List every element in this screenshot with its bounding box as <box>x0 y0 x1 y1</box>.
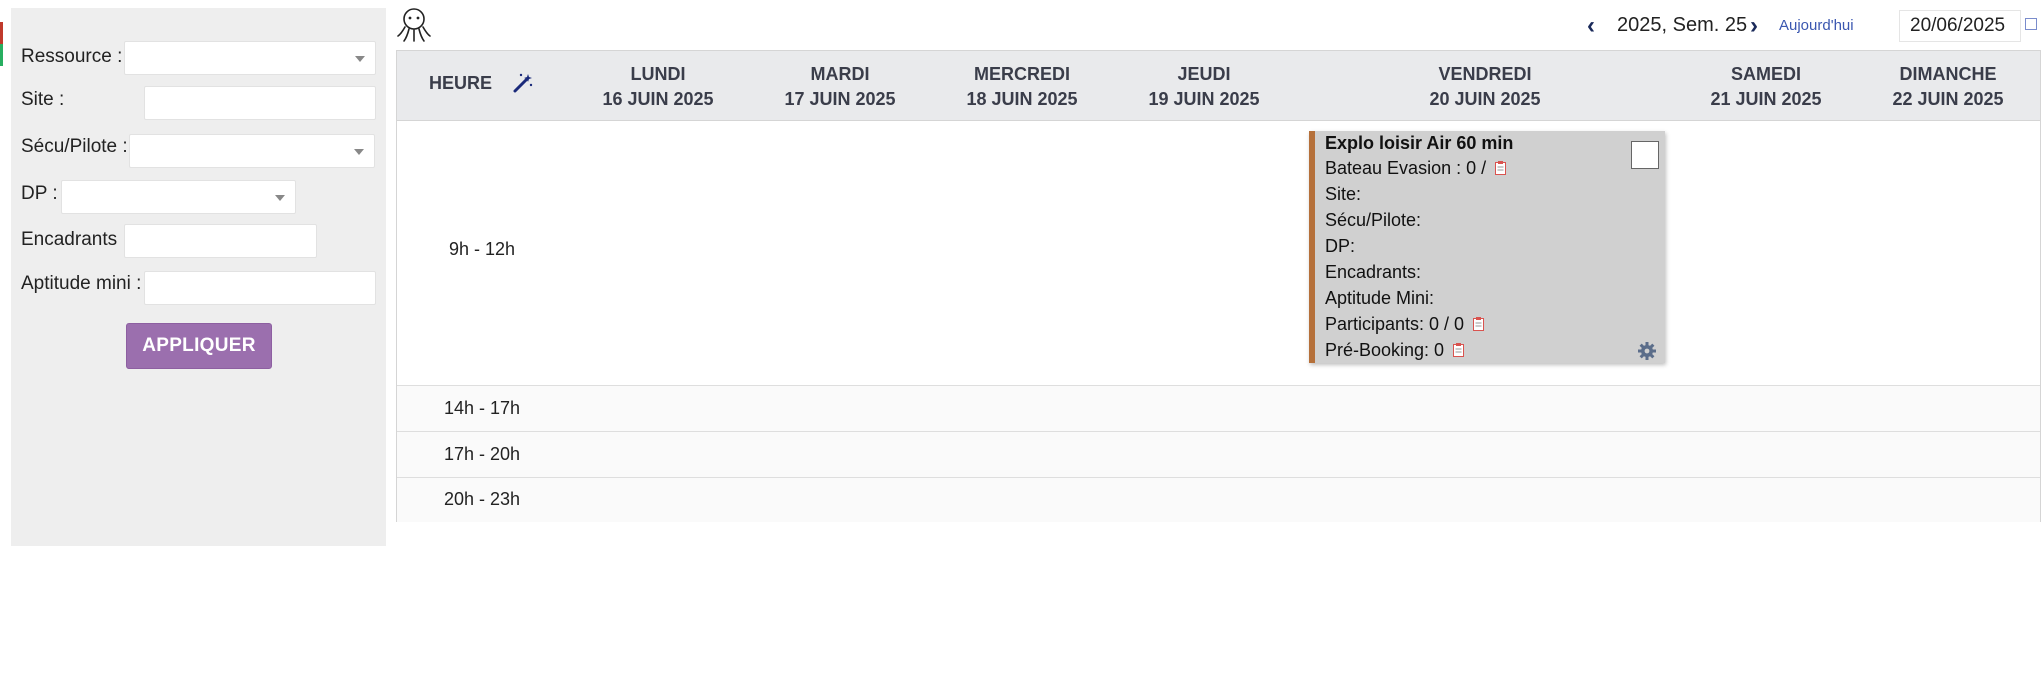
aptitude-mini-input[interactable] <box>144 271 376 305</box>
slot-label: 20h - 23h <box>443 489 521 509</box>
edge-artifact-green <box>0 44 3 66</box>
event-participants: Participants: 0 / 0 <box>1325 314 1485 335</box>
day-name: MERCREDI <box>973 64 1070 84</box>
edge-artifact-red <box>0 22 3 44</box>
day-header-saturday: SAMEDI 21 JUIN 2025 <box>1675 62 1857 112</box>
chevron-down-icon <box>355 56 365 62</box>
event-secu: Sécu/Pilote: <box>1325 210 1422 230</box>
site-input[interactable] <box>144 86 376 120</box>
day-header-sunday: DIMANCHE 22 JUIN 2025 <box>1857 62 2039 112</box>
day-header-wednesday: MERCREDI 18 JUIN 2025 <box>931 62 1113 112</box>
week-calendar: HEURE LUNDI 16 JUIN 2025 MARDI 17 JUIN 2… <box>396 50 2041 522</box>
day-header-thursday: JEUDI 19 JUIN 2025 <box>1113 62 1295 112</box>
date-picker-input[interactable]: 20/06/2025 <box>1899 10 2021 42</box>
slot-label: 14h - 17h <box>443 398 521 418</box>
day-date: 22 JUIN 2025 <box>1892 89 2004 109</box>
event-select-checkbox[interactable] <box>1631 141 1659 169</box>
day-date: 18 JUIN 2025 <box>966 89 1078 109</box>
calendar-icon[interactable] <box>2025 18 2037 30</box>
clipboard-icon[interactable] <box>1495 161 1507 175</box>
day-header-tuesday: MARDI 17 JUIN 2025 <box>749 62 931 112</box>
clipboard-icon[interactable] <box>1453 343 1465 357</box>
event-prebooking-text: Pré-Booking: 0 <box>1325 340 1445 360</box>
event-encadrants: Encadrants: <box>1325 262 1422 282</box>
slot-row-night[interactable]: 20h - 23h <box>397 478 2040 522</box>
day-header-monday: LUNDI 16 JUIN 2025 <box>567 62 749 112</box>
day-name: MARDI <box>810 64 870 84</box>
day-name: DIMANCHE <box>1899 64 1997 84</box>
event-bateau-text: Bateau Evasion : 0 / <box>1325 158 1487 178</box>
day-name: JEUDI <box>1177 64 1231 84</box>
chevron-down-icon <box>275 195 285 201</box>
ressource-select[interactable] <box>124 41 376 75</box>
day-date: 16 JUIN 2025 <box>602 89 714 109</box>
site-label: Site : <box>21 89 65 110</box>
encadrants-input[interactable] <box>124 224 317 258</box>
day-header-friday: VENDREDI 20 JUIN 2025 <box>1295 62 1675 112</box>
slot-row-morning[interactable]: 9h - 12h <box>397 121 2040 386</box>
day-name: VENDREDI <box>1438 64 1532 84</box>
encadrants-label: Encadrants : <box>21 229 128 250</box>
chevron-down-icon <box>354 149 364 155</box>
day-name: SAMEDI <box>1730 64 1801 84</box>
prev-week-chevron-icon[interactable]: ‹ <box>1587 12 1595 40</box>
octopus-logo-icon <box>397 8 431 42</box>
event-site: Site: <box>1325 184 1362 204</box>
slot-label: 17h - 20h <box>443 444 521 464</box>
secu-pilote-label: Sécu/Pilote : <box>21 136 128 157</box>
aptitude-mini-label: Aptitude mini : <box>21 273 142 294</box>
secu-pilote-select[interactable] <box>129 134 375 168</box>
event-aptitude: Aptitude Mini: <box>1325 288 1435 308</box>
day-date: 20 JUIN 2025 <box>1429 89 1541 109</box>
magic-wand-icon[interactable] <box>512 72 534 94</box>
slot-row-afternoon[interactable]: 14h - 17h <box>397 386 2040 432</box>
event-dp: DP: <box>1325 236 1356 256</box>
date-value: 20/06/2025 <box>1910 15 2006 36</box>
slot-row-evening[interactable]: 17h - 20h <box>397 432 2040 478</box>
today-link[interactable]: Aujourd'hui <box>1779 17 1854 34</box>
day-date: 17 JUIN 2025 <box>784 89 896 109</box>
gear-icon[interactable] <box>1637 341 1657 361</box>
clipboard-icon[interactable] <box>1473 317 1485 331</box>
apply-button[interactable]: APPLIQUER <box>126 323 272 369</box>
event-participants-text: Participants: 0 / 0 <box>1325 314 1465 334</box>
hour-column-header: HEURE <box>429 73 493 93</box>
dp-select[interactable] <box>61 180 296 214</box>
next-week-chevron-icon[interactable]: › <box>1750 12 1758 40</box>
event-bateau: Bateau Evasion : 0 / <box>1325 158 1507 179</box>
day-name: LUNDI <box>630 64 686 84</box>
week-label: 2025, Sem. 25 <box>1617 14 1748 36</box>
day-date: 19 JUIN 2025 <box>1148 89 1260 109</box>
dp-label: DP : <box>21 183 58 204</box>
ressource-label: Ressource : <box>21 46 123 67</box>
filter-panel: Ressource : Site : Sécu/Pilote : DP : En… <box>11 8 386 546</box>
event-title: Explo loisir Air 60 min <box>1325 133 1514 153</box>
event-card[interactable]: Explo loisir Air 60 min Bateau Evasion :… <box>1309 131 1665 363</box>
calendar-header: HEURE LUNDI 16 JUIN 2025 MARDI 17 JUIN 2… <box>397 51 2040 121</box>
slot-label: 9h - 12h <box>448 239 516 259</box>
event-prebooking: Pré-Booking: 0 <box>1325 340 1465 361</box>
day-date: 21 JUIN 2025 <box>1710 89 1822 109</box>
